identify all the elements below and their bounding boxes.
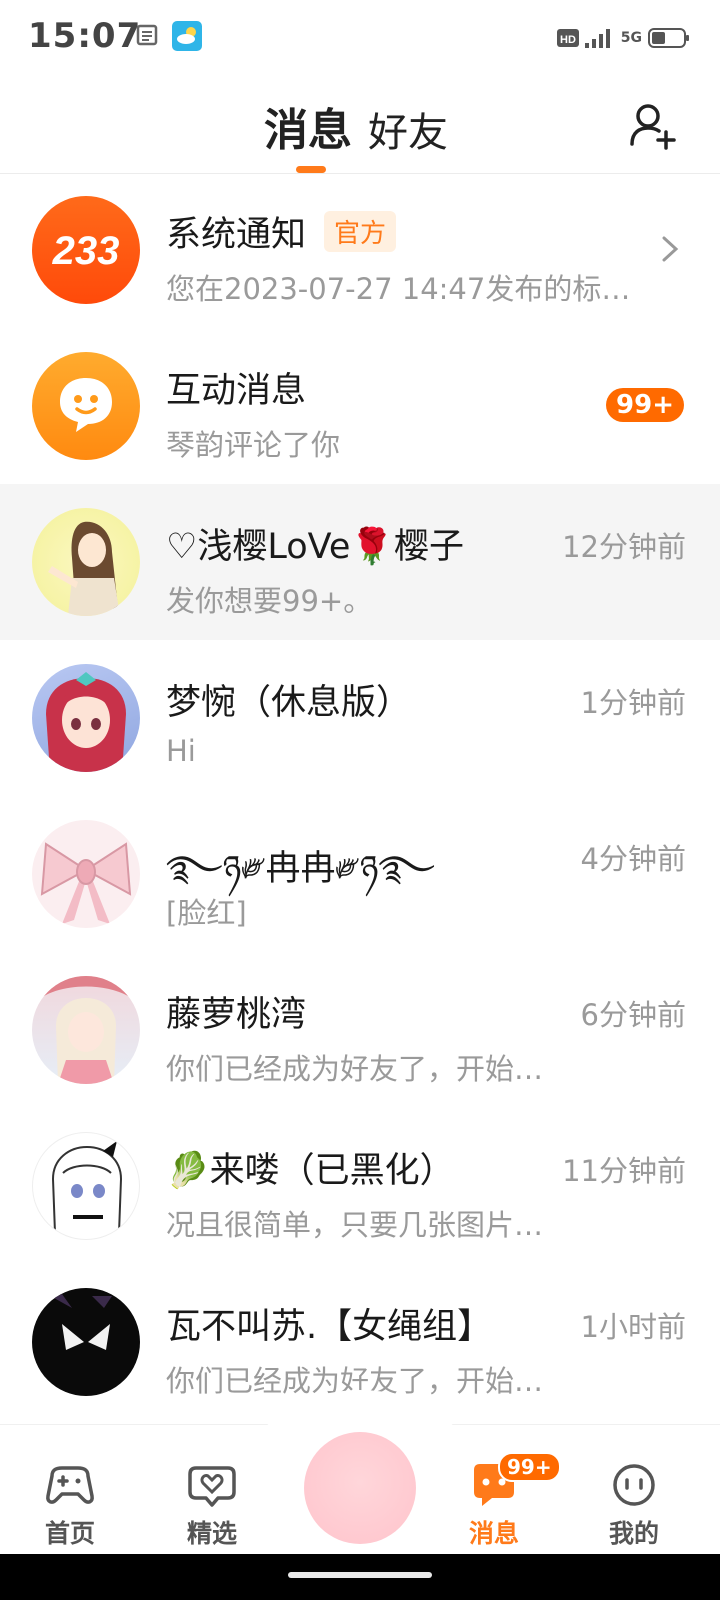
conversation-time: 1小时前	[580, 1310, 686, 1344]
status-bar: 15:07 HD 5G	[0, 0, 720, 76]
nav-unread-badge: 99+	[498, 1452, 561, 1482]
status-time: 15:07	[28, 16, 142, 56]
conversation-time: 12分钟前	[562, 530, 686, 564]
conversation-name: 系统通知 官方	[166, 206, 397, 257]
center-action-button[interactable]	[304, 1432, 416, 1544]
conversation-time: 4分钟前	[580, 842, 686, 876]
tab-friends[interactable]: 好友	[368, 100, 448, 158]
add-friend-icon[interactable]	[628, 100, 680, 152]
conversation-name: ♡浅樱LoVe🌹樱子	[166, 527, 465, 567]
nav-label: 消息	[468, 1519, 519, 1548]
chat-bubble-icon	[60, 378, 112, 432]
battery-icon	[648, 28, 689, 48]
heart-chat-icon	[188, 1466, 236, 1507]
unread-badge: 99+	[606, 388, 684, 422]
nav-label: 我的	[608, 1519, 659, 1548]
top-header: 消息 好友	[0, 76, 720, 174]
conversation-name: 互动消息	[166, 371, 307, 411]
notification-icon	[136, 24, 158, 46]
conversation-preview: 发你想要99+。	[166, 584, 373, 618]
avatar	[32, 664, 140, 772]
system-gesture-bar	[0, 1554, 720, 1600]
butterfly-icon	[54, 1294, 112, 1350]
conversation-mengwan[interactable]: 梦惋（休息版） Hi 1分钟前	[0, 640, 720, 796]
avatar	[32, 1288, 140, 1396]
conversation-preview: Hi	[166, 734, 196, 768]
conversation-time: 1分钟前	[580, 686, 686, 720]
hd-icon: HD	[556, 29, 579, 47]
conversation-preview: 您在2023-07-27 14:47发布的标…	[166, 272, 631, 306]
conversation-name: 梦惋（休息版）	[166, 683, 412, 723]
conversation-tengluo[interactable]: 藤萝桃湾 你们已经成为好友了，开始… 6分钟前	[0, 952, 720, 1108]
nav-label: 精选	[186, 1519, 237, 1548]
conversation-preview: [脸红]	[166, 896, 247, 930]
nav-label: 首页	[44, 1519, 95, 1548]
svg-text:HD: HD	[560, 34, 576, 46]
home-indicator[interactable]	[288, 1572, 432, 1578]
avatar	[32, 1132, 140, 1240]
messages-screen: 15:07 HD 5G 消息 好友 233 系统通知 官方 您在2023-07-…	[0, 0, 720, 1600]
conversation-lailou[interactable]: 🥬来喽（已黑化） 况且很简单，只要几张图片… 11分钟前	[0, 1108, 720, 1264]
nav-home[interactable]: 首页	[20, 1462, 120, 1550]
chevron-right-icon	[662, 236, 679, 262]
conversation-name: 藤萝桃湾	[166, 995, 307, 1035]
conversation-preview: 况且很简单，只要几张图片…	[166, 1208, 544, 1242]
nav-featured[interactable]: 精选	[162, 1462, 262, 1550]
network-type: 5G	[620, 30, 642, 46]
avatar	[32, 508, 140, 616]
signal-icon	[584, 29, 610, 48]
avatar: 233	[32, 196, 140, 304]
conversation-time: 11分钟前	[562, 1154, 686, 1188]
name-text: 系统通知	[166, 215, 307, 255]
system-logo-icon: 233	[52, 229, 120, 273]
conversation-ranran[interactable]: ࿐ཉ༗冉冉༗ཉ࿐ [脸红] 4分钟前	[0, 796, 720, 952]
weather-icon	[172, 21, 202, 51]
conversation-time: 6分钟前	[580, 998, 686, 1032]
official-badge: 官方	[324, 211, 397, 252]
conversation-sakura[interactable]: ♡浅樱LoVe🌹樱子 发你想要99+。 12分钟前	[0, 484, 720, 640]
conversation-name: 瓦不叫苏.【女绳组】	[166, 1307, 493, 1347]
tab-messages[interactable]: 消息	[264, 94, 352, 158]
conversation-interaction[interactable]: 互动消息 琴韵评论了你 99+	[0, 328, 720, 484]
nav-me[interactable]: 我的	[584, 1462, 684, 1550]
svg-text:233: 233	[52, 229, 120, 273]
conversation-preview: 你们已经成为好友了，开始…	[166, 1052, 544, 1086]
conversation-name: 🥬来喽（已黑化）	[166, 1151, 455, 1191]
conversation-preview: 琴韵评论了你	[166, 428, 341, 462]
nav-messages[interactable]: 99+ 消息	[444, 1452, 561, 1550]
avatar	[32, 976, 140, 1084]
face-icon	[613, 1464, 655, 1506]
bow-icon	[40, 842, 132, 924]
conversation-system-notice[interactable]: 233 系统通知 官方 您在2023-07-27 14:47发布的标…	[0, 172, 720, 328]
avatar	[32, 820, 140, 928]
system-indicators: HD 5G	[556, 24, 690, 52]
gamepad-icon	[46, 1466, 94, 1504]
avatar	[32, 352, 140, 460]
